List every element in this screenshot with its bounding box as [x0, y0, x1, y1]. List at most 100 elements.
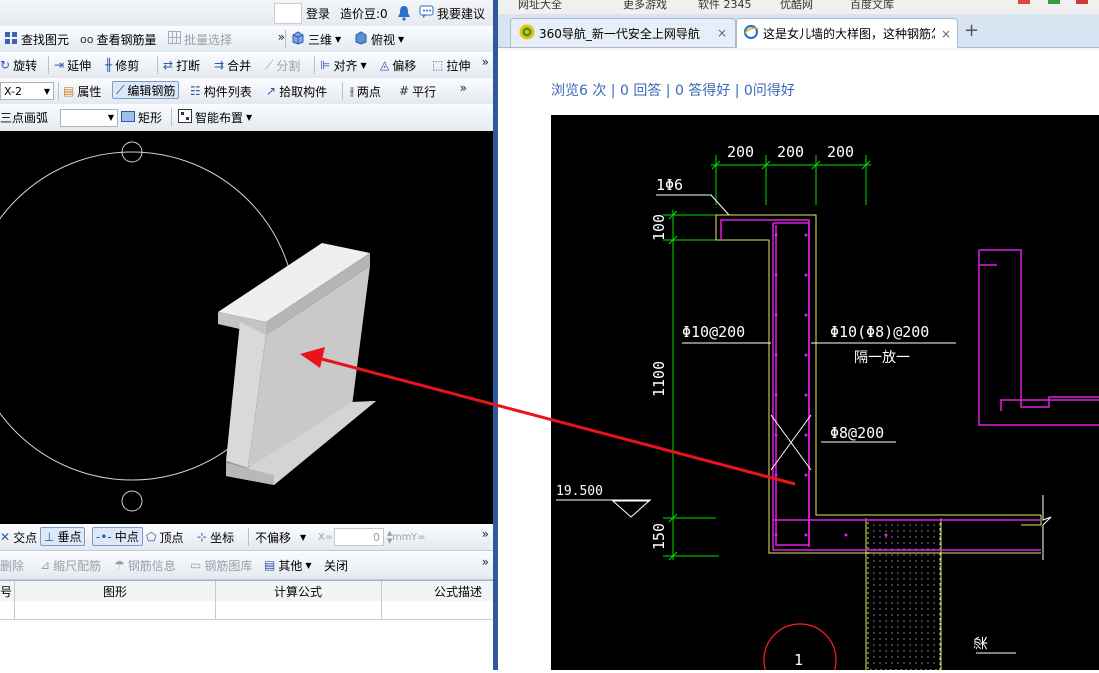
suggest-button[interactable]: 我要建议 — [419, 0, 485, 26]
bookmark-item[interactable]: 更多游戏 — [623, 0, 667, 12]
rebar-info-button[interactable]: ☂ 钢筋信息 — [114, 551, 176, 579]
merge-label: 合并 — [227, 58, 252, 73]
hatch-dot — [927, 572, 929, 574]
component-list-button[interactable]: ☷ 构件列表 — [190, 78, 252, 104]
break-button[interactable]: ⇄ 打断 — [163, 52, 200, 78]
toolbar3-overflow-icon[interactable]: » — [460, 81, 467, 95]
bookmark-item[interactable]: 软件 2345 — [698, 0, 752, 12]
hatch-dot — [939, 614, 941, 616]
edit-rebar-button[interactable]: ⟋ 编辑钢筋 — [112, 81, 180, 99]
batch-select-button[interactable]: 批量选择 — [168, 26, 232, 52]
other-icon: ▤ — [264, 558, 276, 572]
tab-parapet-question[interactable]: 这是女儿墙的大样图，这种钢筋怎 × — [736, 18, 958, 48]
hatch-dot — [939, 650, 941, 652]
beam-hatch-dots — [873, 524, 941, 664]
trim-label: 修剪 — [115, 58, 140, 73]
parapet-wall-3d-model — [218, 243, 376, 485]
component-list-label: 构件列表 — [203, 84, 252, 99]
top-view-dropdown[interactable]: 俯视 ▼ — [354, 26, 404, 52]
snap-vertex-button[interactable]: ⬠ 顶点 — [146, 524, 183, 550]
bookmark-item[interactable]: 网址大全 — [518, 0, 562, 12]
close-button[interactable]: 关闭 — [324, 551, 348, 579]
hatch-dot — [897, 584, 899, 586]
extend-button[interactable]: ⇥ 延伸 — [54, 52, 91, 78]
hatch-dot — [873, 632, 875, 634]
toolbar1-overflow-icon[interactable]: » — [278, 30, 285, 44]
chevron-down-icon: ▼ — [107, 113, 114, 122]
tab-close-icon[interactable]: × — [717, 26, 727, 40]
hatch-dot — [921, 524, 923, 526]
arc-mode-combo[interactable]: 三点画弧 — [0, 104, 48, 131]
view-rebar-button[interactable]: oo 查看钢筋量 — [80, 26, 156, 52]
rectangle-icon — [121, 110, 135, 125]
bell-icon[interactable] — [397, 0, 411, 26]
bookmark-icon[interactable] — [1048, 0, 1060, 4]
rectangle-button[interactable]: 矩形 — [121, 104, 162, 131]
tab-close-icon[interactable]: × — [941, 27, 951, 41]
offset-mode-combo[interactable]: 不偏移 ▼ — [255, 524, 306, 550]
x-coordinate-input[interactable]: 0 ▲ ▼ — [334, 524, 392, 550]
smart-layout-dropdown[interactable]: 智能布置 ▼ — [178, 104, 252, 131]
separator — [48, 56, 49, 74]
login-button[interactable]: 登录 — [306, 0, 330, 26]
hatch-dot — [933, 596, 935, 598]
rebar-library-button[interactable]: ▭ 钢筋图库 — [190, 551, 252, 579]
layer-combo[interactable]: X-2 ▼ — [0, 78, 54, 104]
hatch-dot — [933, 662, 935, 664]
toolbar1-separator — [285, 30, 286, 48]
rebarbar-overflow-icon[interactable]: » — [482, 555, 489, 569]
align-dropdown[interactable]: ⊫ 对齐 ▼ — [320, 52, 367, 78]
snap-coordinate-button[interactable]: ⊹ 坐标 — [197, 524, 234, 550]
split-button[interactable]: ⟋ 分割 — [265, 52, 300, 78]
view-3d-dropdown[interactable]: 三维 ▼ — [291, 26, 341, 52]
pick-component-button[interactable]: ↗ 拾取构件 — [266, 78, 327, 104]
section-number: 1 — [794, 651, 803, 669]
question-stats[interactable]: 浏览6 次 | 0 回答 | 0 答得好 | 0问得好 — [551, 80, 795, 100]
bookmark-icon[interactable] — [1076, 0, 1088, 4]
find-element-label: 查找图元 — [21, 32, 70, 47]
other-dropdown[interactable]: ▤ 其他 ▼ — [264, 551, 312, 579]
hatch-dot — [909, 626, 911, 628]
hatch-dot — [909, 584, 911, 586]
snap-perpendicular-button[interactable]: ⊥ 垂点 — [40, 527, 86, 546]
table-row[interactable] — [0, 601, 493, 620]
stretch-button[interactable]: ⬚ 拉伸 — [432, 52, 470, 78]
hatch-dot — [903, 614, 905, 616]
toolbar2-overflow-icon[interactable]: » — [482, 55, 489, 69]
bookmark-item[interactable]: 优酷网 — [780, 0, 813, 12]
snapbar-overflow-icon[interactable]: » — [482, 527, 489, 541]
hatch-dot — [939, 554, 941, 556]
new-tab-button[interactable]: + — [964, 20, 979, 41]
bookmark-item[interactable]: 百度文库 — [850, 0, 894, 12]
smart-layout-icon — [178, 109, 192, 126]
hatch-dot — [927, 602, 929, 604]
bookmark-icon[interactable] — [1018, 0, 1030, 4]
hatch-dot — [909, 656, 911, 658]
arc-option-combo[interactable]: ▼ — [60, 104, 118, 131]
hatch-dot — [891, 536, 893, 538]
hatch-dot — [903, 530, 905, 532]
scale-config-button[interactable]: ⊿ 缩尺配筋 — [40, 551, 101, 579]
tab-360-nav[interactable]: 360导航_新一代安全上网导航 × — [510, 18, 736, 47]
3d-viewport[interactable] — [0, 131, 493, 524]
hatch-dot — [903, 560, 905, 562]
delete-button[interactable]: 删除 — [0, 551, 24, 579]
rotate-button[interactable]: ↻ 旋转 — [0, 52, 37, 78]
offset-button[interactable]: ◬ 偏移 — [380, 52, 416, 78]
parallel-button[interactable]: # 平行 — [399, 78, 436, 104]
hatch-dot — [873, 554, 875, 556]
two-points-button[interactable]: ⫲ 两点 — [350, 78, 381, 104]
chat-icon — [419, 5, 434, 21]
hatch-dot — [873, 608, 875, 610]
snap-intersection-label: 交点 — [13, 530, 38, 545]
snap-midpoint-button[interactable]: -•- 中点 — [92, 527, 143, 546]
trim-button[interactable]: ╫ 修剪 — [105, 52, 139, 78]
snap-intersection-button[interactable]: ✕ 交点 — [0, 524, 37, 550]
x-coordinate-value: 0 — [373, 530, 380, 544]
hatch-dot — [933, 590, 935, 592]
hatch-dot — [891, 644, 893, 646]
hatch-dot — [897, 644, 899, 646]
properties-button[interactable]: ▤ 属性 — [63, 78, 101, 104]
merge-button[interactable]: ⇉ 合并 — [214, 52, 251, 78]
find-element-button[interactable]: 查找图元 — [4, 26, 69, 52]
